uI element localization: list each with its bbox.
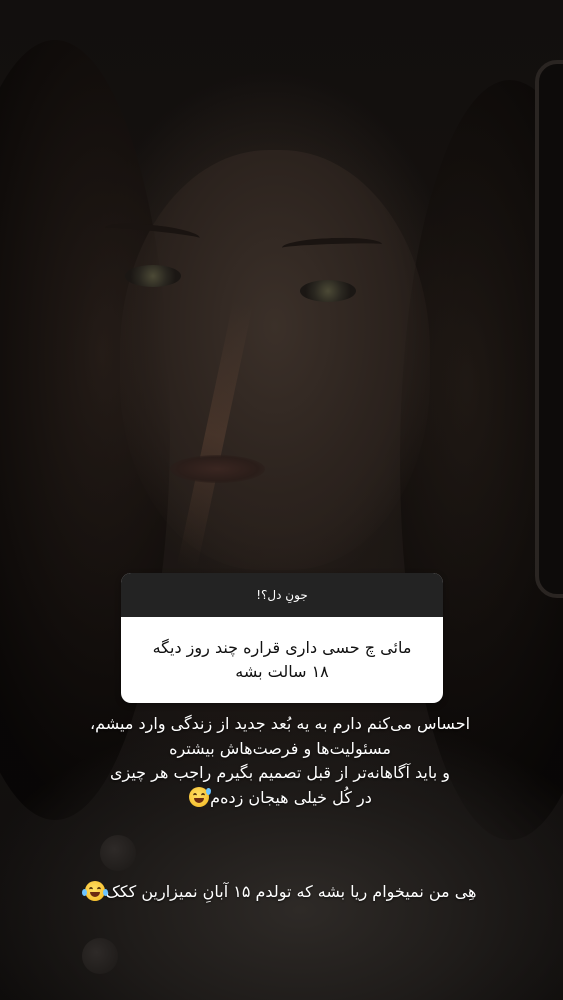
- story-screen: جونِ دل؟! مائی چ حسی داری قراره چند روز …: [0, 0, 563, 1000]
- question-text: مائی چ حسی داری قراره چند روز دیگه ۱۸ سا…: [152, 638, 412, 681]
- background-photo-phone: [535, 60, 563, 598]
- tears-of-joy-emoji-icon: [81, 881, 108, 901]
- answer-line-text: در کُل خیلی هیجان زدەم: [210, 787, 372, 807]
- footer-line-text: هِی من نمیخوام ریا بشه که تولدم ۱۵ آبانِ…: [105, 882, 477, 901]
- answer-line: مسئولیت‌ها و فرصت‌هاش بیشتره: [169, 738, 391, 758]
- footer-text: هِی من نمیخوام ریا بشه که تولدم ۱۵ آبانِ…: [30, 880, 530, 904]
- question-sticker[interactable]: جونِ دل؟! مائی چ حسی داری قراره چند روز …: [121, 573, 443, 703]
- background-photo-eye: [300, 280, 356, 302]
- question-sticker-body: مائی چ حسی داری قراره چند روز دیگه ۱۸ سا…: [121, 617, 443, 703]
- question-sticker-header: جونِ دل؟!: [121, 573, 443, 617]
- answer-line: و باید آگاهانه‌تر از قبل تصمیم بگیرم راج…: [109, 763, 451, 782]
- background-photo-lips: [170, 455, 265, 483]
- background-photo-face: [120, 150, 430, 570]
- question-sticker-title: جونِ دل؟!: [256, 588, 308, 602]
- background-photo-eye: [125, 265, 181, 287]
- background-photo-shirt-button: [100, 835, 136, 871]
- answer-line: احساس می‌کنم دارم به یه بُعد جدید از زند…: [89, 714, 471, 733]
- answer-text: احساس می‌کنم دارم به یه بُعد جدید از زند…: [30, 712, 530, 810]
- answer-line-last: در کُل خیلی هیجان زدەم: [30, 786, 530, 811]
- grinning-sweat-emoji-icon: [189, 786, 212, 807]
- background-photo-shirt-button: [82, 938, 118, 974]
